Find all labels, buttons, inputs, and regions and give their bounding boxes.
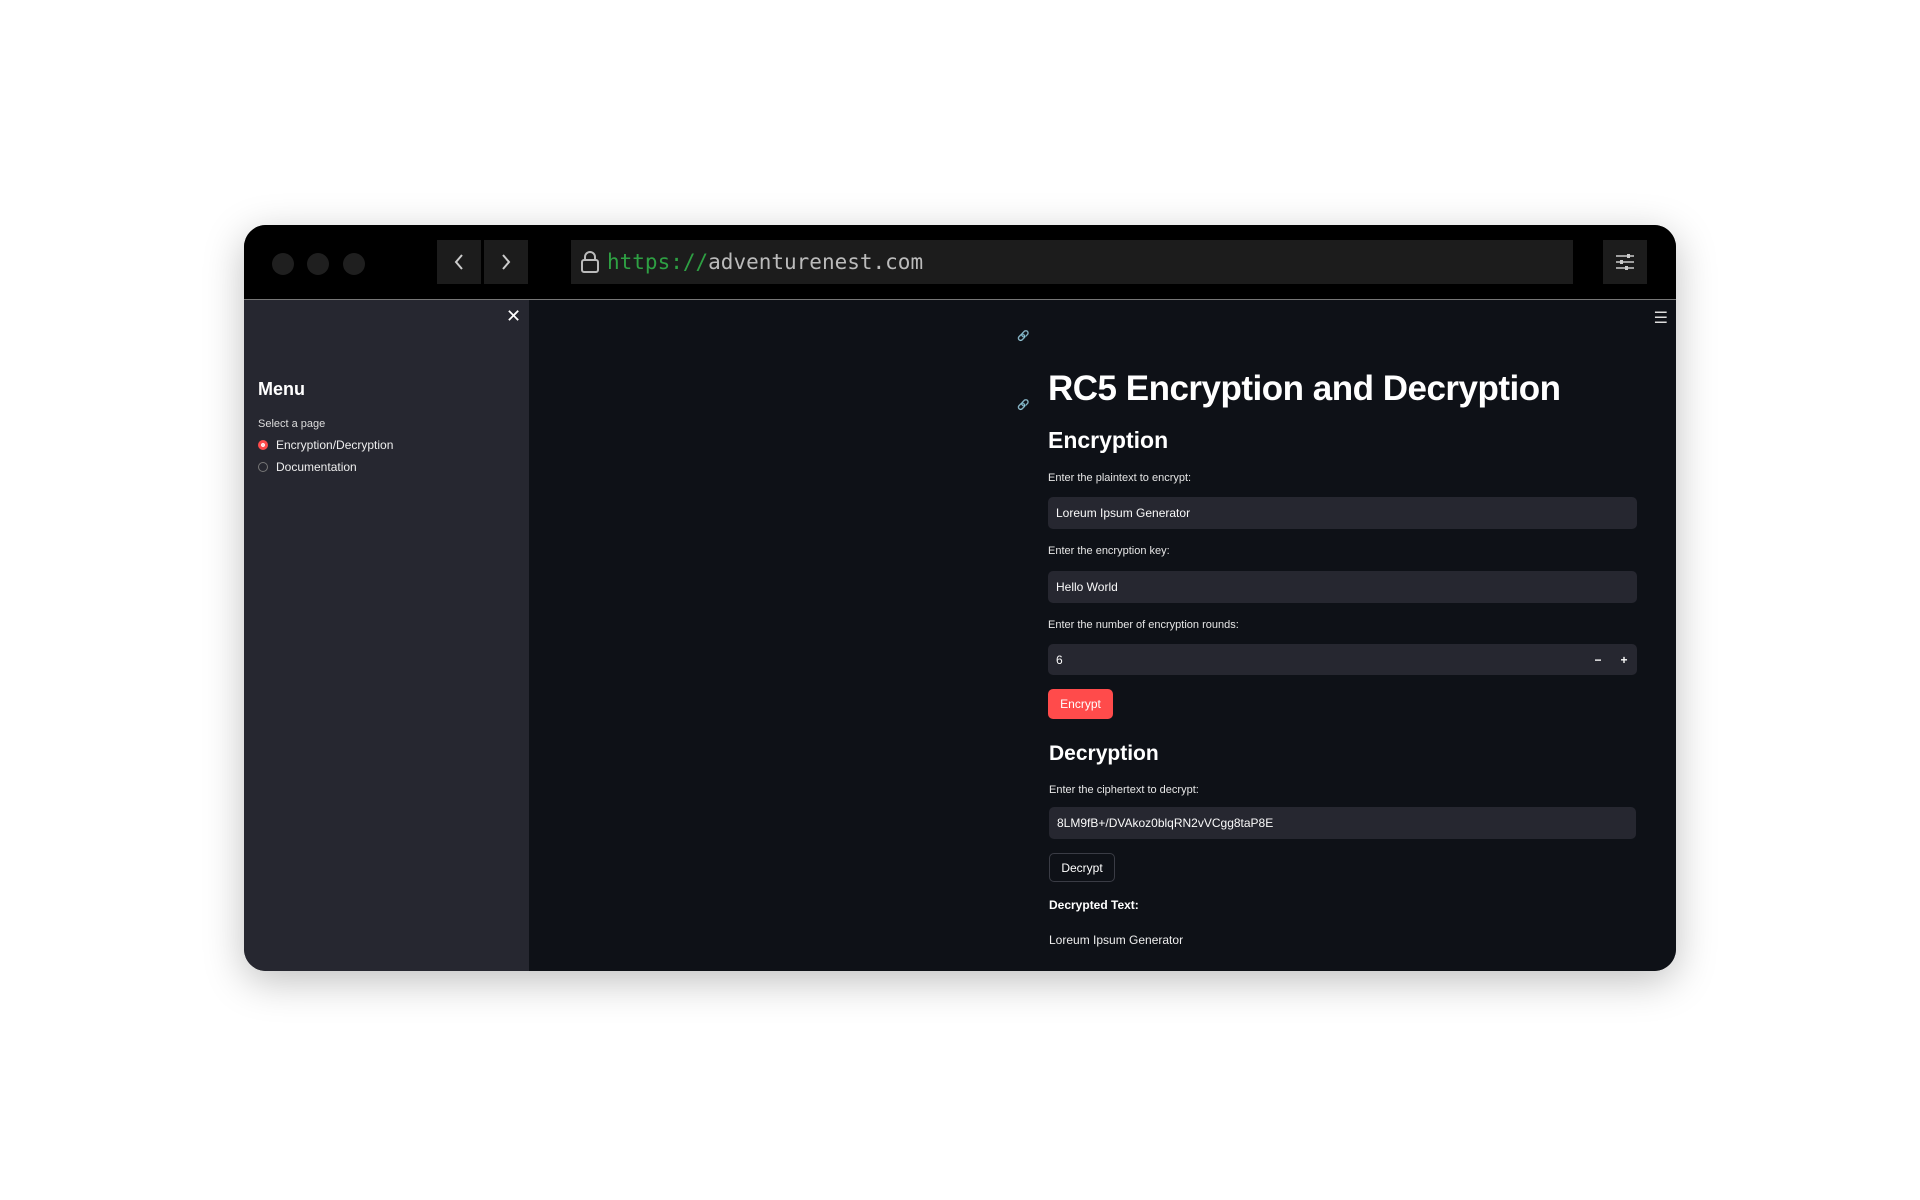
radio-label: Documentation (276, 460, 357, 474)
page-title: RC5 Encryption and Decryption (1048, 369, 1561, 408)
window-maximize-dot[interactable] (343, 253, 365, 275)
close-sidebar-icon[interactable]: ✕ (506, 306, 521, 327)
chevron-right-icon (502, 254, 511, 270)
key-label: Enter the encryption key: (1048, 545, 1170, 557)
decryption-heading: Decryption (1049, 742, 1159, 765)
forward-button[interactable] (484, 240, 528, 284)
rounds-stepper[interactable]: 6 − + (1048, 644, 1637, 675)
select-page-label: Select a page (258, 418, 326, 430)
window-close-dot[interactable] (272, 253, 294, 275)
link-anchor-icon[interactable]: 🔗 (1017, 331, 1029, 342)
back-button[interactable] (437, 240, 481, 284)
ciphertext-input[interactable]: 8LM9fB+/DVAkoz0blqRN2vVCgg8taP8E (1049, 807, 1636, 839)
ciphertext-label: Enter the ciphertext to decrypt: (1049, 784, 1199, 796)
sidebar: ✕ Menu Select a page Encryption/Decrypti… (244, 300, 529, 971)
encryption-heading: Encryption (1048, 427, 1169, 453)
increment-button[interactable]: + (1611, 653, 1637, 667)
decrypted-text-value: Loreum Ipsum Generator (1049, 933, 1184, 947)
main-content: ☰ 🔗 RC5 Encryption and Decryption 🔗 Encr… (529, 300, 1676, 971)
decrypt-button[interactable]: Decrypt (1049, 853, 1115, 882)
radio-option-encryption-decryption[interactable]: Encryption/Decryption (258, 438, 393, 452)
radio-selected-icon (258, 440, 268, 450)
radio-label: Encryption/Decryption (276, 438, 394, 452)
decrypted-text-label: Decrypted Text: (1049, 898, 1139, 912)
address-bar[interactable]: https://adventurenest.com (571, 240, 1573, 284)
plaintext-input[interactable]: Loreum Ipsum Generator (1048, 497, 1637, 529)
lock-icon (581, 251, 599, 273)
radio-unselected-icon (258, 462, 268, 472)
plaintext-label: Enter the plaintext to encrypt: (1048, 472, 1192, 484)
browser-toolbar: https://adventurenest.com (244, 225, 1676, 300)
browser-window: https://adventurenest.com ✕ Menu Select … (244, 225, 1676, 971)
encrypt-button[interactable]: Encrypt (1048, 689, 1113, 719)
sliders-icon (1616, 254, 1634, 270)
url-scheme: https:// (607, 250, 709, 274)
hamburger-menu-icon[interactable]: ☰ (1654, 308, 1668, 328)
decrement-button[interactable]: − (1585, 653, 1611, 667)
key-input[interactable]: Hello World (1048, 571, 1637, 603)
sidebar-title: Menu (258, 379, 305, 399)
url-host: adventurenest.com (708, 250, 924, 274)
rounds-label: Enter the number of encryption rounds: (1048, 619, 1239, 631)
link-anchor-icon[interactable]: 🔗 (1017, 400, 1029, 411)
rounds-value: 6 (1056, 652, 1063, 667)
chevron-left-icon (454, 254, 463, 270)
settings-button[interactable] (1603, 240, 1647, 284)
window-minimize-dot[interactable] (307, 253, 329, 275)
radio-option-documentation[interactable]: Documentation (258, 460, 357, 474)
